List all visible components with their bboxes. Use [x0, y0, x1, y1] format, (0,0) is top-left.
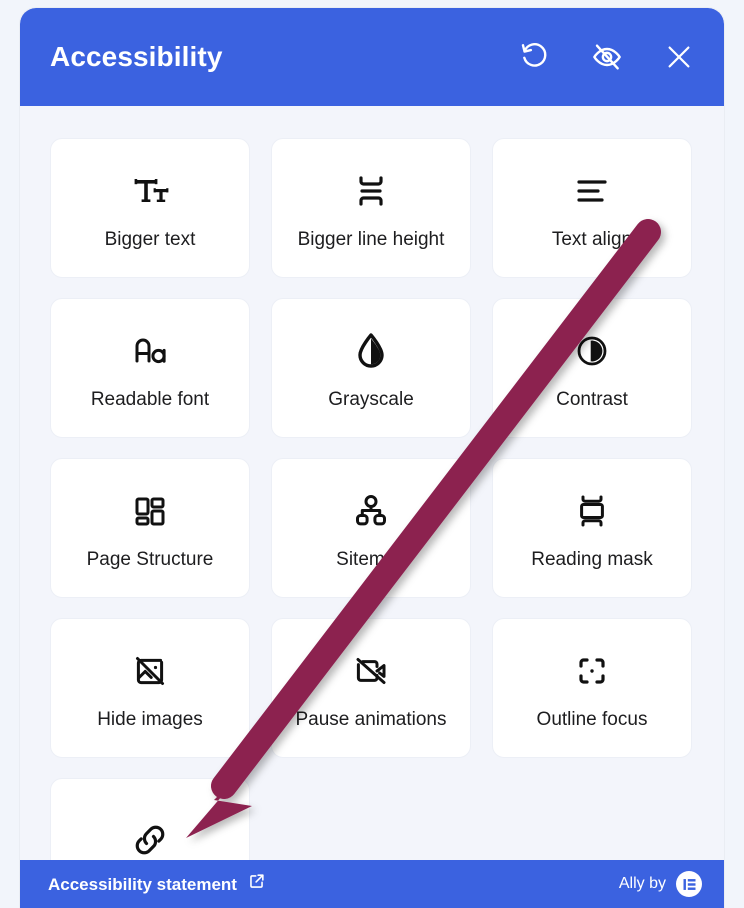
screen: Accessibility Bigger text Bigger line he…: [0, 0, 744, 908]
bigger-text-icon: [127, 168, 173, 214]
feature-label: Bigger line height: [297, 228, 445, 250]
hide-interface-icon[interactable]: [590, 40, 624, 74]
pause-animations-icon: [348, 648, 394, 694]
feature-label: Readable font: [90, 388, 210, 410]
feature-label: Outline focus: [536, 708, 648, 730]
grayscale-icon: [348, 328, 394, 374]
outline-focus-icon: [569, 648, 615, 694]
accessibility-statement-label: Accessibility statement: [48, 874, 237, 894]
feature-card-pause-animations[interactable]: Pause animations: [271, 618, 471, 758]
panel-footer: Accessibility statement Ally by: [20, 860, 724, 908]
sitemap-icon: [348, 488, 394, 534]
feature-grid: Bigger text Bigger line height Text alig…: [50, 138, 694, 908]
feature-label: Reading mask: [531, 548, 653, 570]
page-title: Accessibility: [50, 41, 223, 72]
external-link-icon: [247, 872, 266, 896]
feature-label: Page Structure: [86, 548, 214, 570]
feature-card-bigger-line-height[interactable]: Bigger line height: [271, 138, 471, 278]
panel-header: Accessibility: [20, 8, 724, 106]
elementor-logo-icon[interactable]: [676, 871, 702, 897]
panel-body: Bigger text Bigger line height Text alig…: [20, 106, 724, 908]
page-structure-icon: [127, 488, 173, 534]
accessibility-panel: Accessibility Bigger text Bigger line he…: [20, 8, 724, 908]
feature-card-outline-focus[interactable]: Outline focus: [492, 618, 692, 758]
feature-label: Sitemap: [336, 548, 406, 570]
brand-text: Ally by: [618, 875, 666, 892]
reset-icon[interactable]: [518, 40, 552, 74]
feature-label: Grayscale: [328, 388, 414, 410]
feature-card-readable-font[interactable]: Readable font: [50, 298, 250, 438]
highlight-links-icon: [127, 817, 173, 863]
bigger-line-height-icon: [348, 168, 394, 214]
feature-card-grayscale[interactable]: Grayscale: [271, 298, 471, 438]
feature-card-text-align[interactable]: Text align: [492, 138, 692, 278]
feature-label: Text align: [551, 228, 633, 250]
accessibility-statement-link[interactable]: Accessibility statement: [48, 872, 266, 896]
readable-font-icon: [127, 328, 173, 374]
hide-images-icon: [127, 648, 173, 694]
feature-card-hide-images[interactable]: Hide images: [50, 618, 250, 758]
feature-card-page-structure[interactable]: Page Structure: [50, 458, 250, 598]
feature-card-reading-mask[interactable]: Reading mask: [492, 458, 692, 598]
feature-label: Pause animations: [295, 708, 447, 730]
feature-card-bigger-text[interactable]: Bigger text: [50, 138, 250, 278]
header-actions: [518, 40, 696, 74]
feature-card-sitemap[interactable]: Sitemap: [271, 458, 471, 598]
brand-credit: Ally by: [619, 871, 702, 897]
feature-card-contrast[interactable]: Contrast: [492, 298, 692, 438]
contrast-icon: [569, 328, 615, 374]
text-align-icon: [569, 168, 615, 214]
feature-label: Hide images: [97, 708, 203, 730]
feature-label: Bigger text: [104, 228, 196, 250]
close-icon[interactable]: [662, 40, 696, 74]
feature-label: Contrast: [556, 388, 628, 410]
reading-mask-icon: [569, 488, 615, 534]
